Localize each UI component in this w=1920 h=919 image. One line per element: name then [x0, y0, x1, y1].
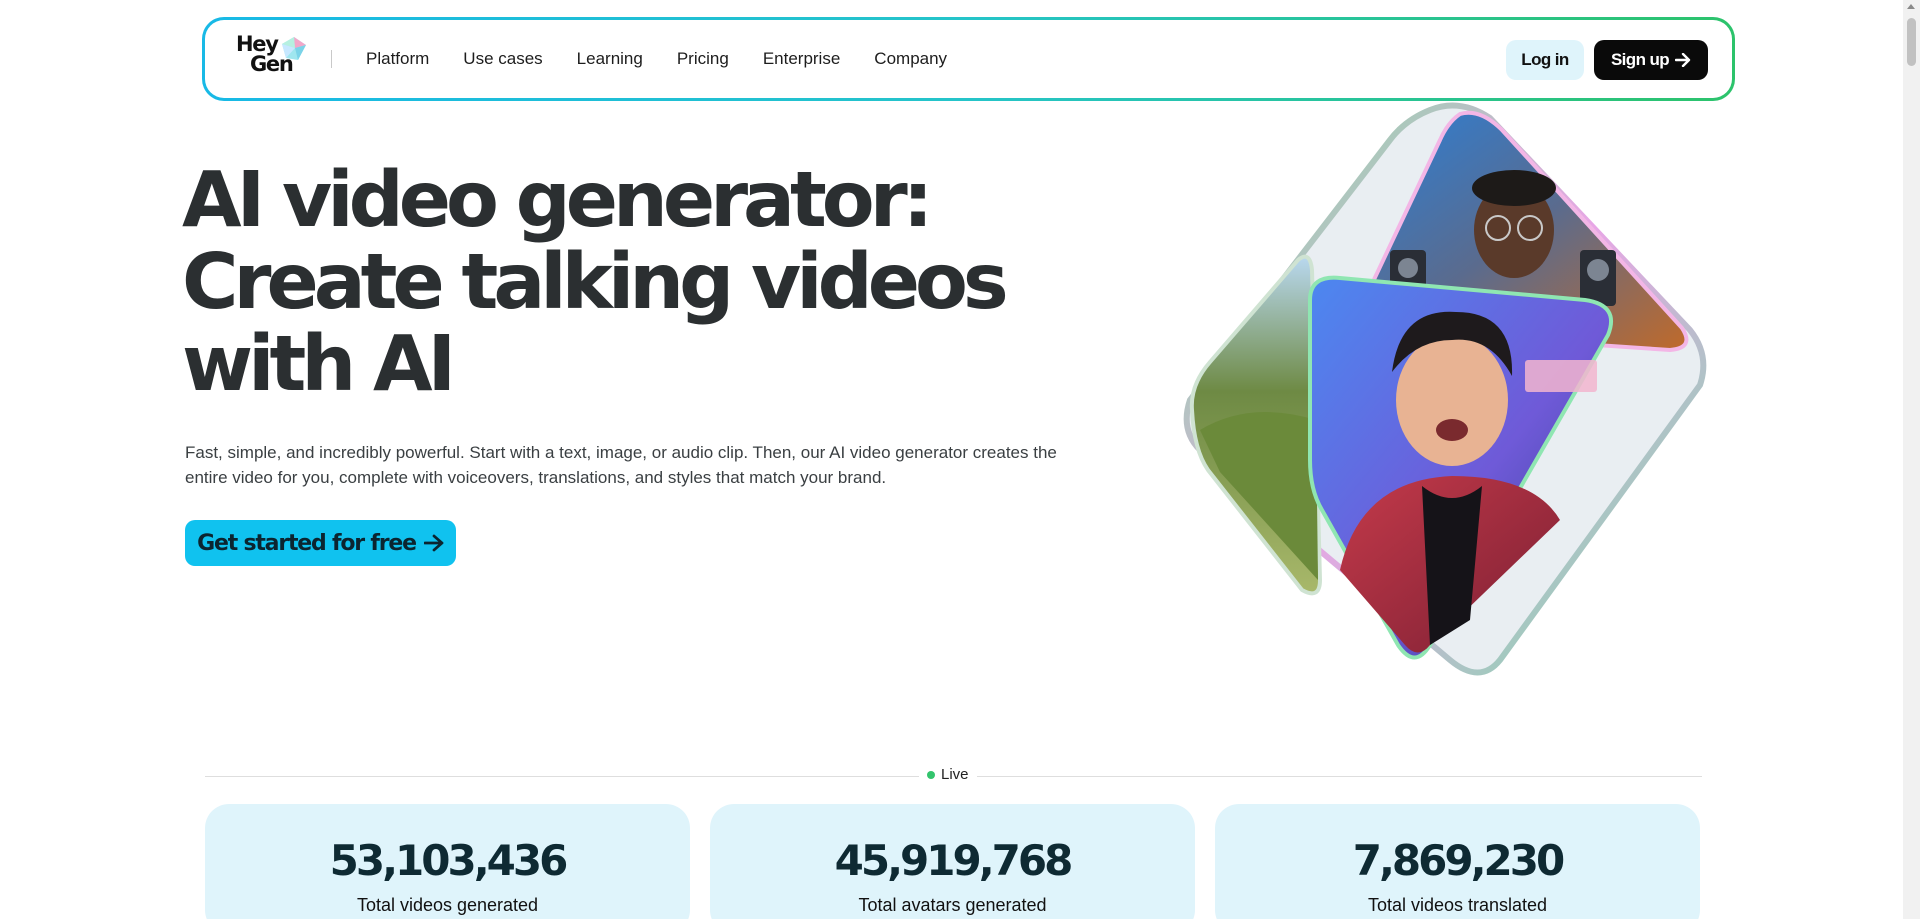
signup-label: Sign up	[1610, 50, 1670, 69]
nav-divider	[331, 50, 332, 68]
hero-title: AI video generator: Create talking video…	[182, 160, 1062, 406]
stat-card-videos-translated: 7,869,230 Total videos translated	[1215, 804, 1700, 919]
live-dot	[927, 770, 935, 779]
hero-video-prism-illustration	[1183, 102, 1707, 676]
scroll-up-arrow-icon[interactable]	[1907, 4, 1915, 9]
hero-subtitle: Fast, simple, and incredibly powerful. S…	[185, 440, 1105, 490]
heygen-logo[interactable]: Hey Gen	[236, 34, 308, 84]
signup-button[interactable]: Sign up	[1594, 40, 1708, 80]
stat-label: Total videos generated	[356, 895, 539, 915]
stat-value: 53,103,436	[329, 836, 569, 885]
nav-link-use-cases[interactable]: Use cases	[463, 49, 542, 69]
nav-link-enterprise[interactable]: Enterprise	[763, 49, 840, 69]
hero-subtitle-line-2: entire video for you, complete with voic…	[185, 468, 887, 487]
stat-label: Total avatars generated	[858, 895, 1047, 915]
live-label: Live	[941, 766, 969, 783]
nav-inner: Hey Gen Platform Use cases Learning Pric…	[205, 20, 1732, 98]
nav-link-pricing[interactable]: Pricing	[677, 49, 729, 69]
scrollbar-thumb[interactable]	[1907, 18, 1916, 66]
nav-link-company[interactable]: Company	[874, 49, 947, 69]
stat-label: Total videos translated	[1367, 895, 1548, 915]
top-navigation-bar: Hey Gen Platform Use cases Learning Pric…	[202, 17, 1735, 101]
heygen-gem-icon	[282, 37, 306, 60]
stat-value: 45,919,768	[834, 836, 1074, 885]
get-started-button[interactable]: Get started for free	[185, 520, 456, 566]
arrow-right-icon	[423, 534, 444, 552]
hero-title-line-2: Create talking videos	[182, 238, 1009, 327]
nav-links: Platform Use cases Learning Pricing Ente…	[366, 20, 981, 98]
hero-title-line-3: with AI	[182, 320, 456, 409]
get-started-label: Get started for free	[197, 530, 417, 556]
nav-link-learning[interactable]: Learning	[577, 49, 643, 69]
hero-subtitle-line-1: Fast, simple, and incredibly powerful. S…	[185, 443, 1057, 462]
stat-card-avatars-generated: 45,919,768 Total avatars generated	[710, 804, 1195, 919]
arrow-right-icon	[1675, 53, 1691, 67]
live-indicator: Live	[919, 766, 977, 783]
login-button[interactable]: Log in	[1506, 40, 1584, 80]
page-scrollbar[interactable]	[1903, 0, 1920, 919]
stat-card-videos-generated: 53,103,436 Total videos generated	[205, 804, 690, 919]
hero-title-line-1: AI video generator:	[182, 156, 933, 245]
nav-link-platform[interactable]: Platform	[366, 49, 429, 69]
stat-value: 7,869,230	[1352, 836, 1565, 885]
